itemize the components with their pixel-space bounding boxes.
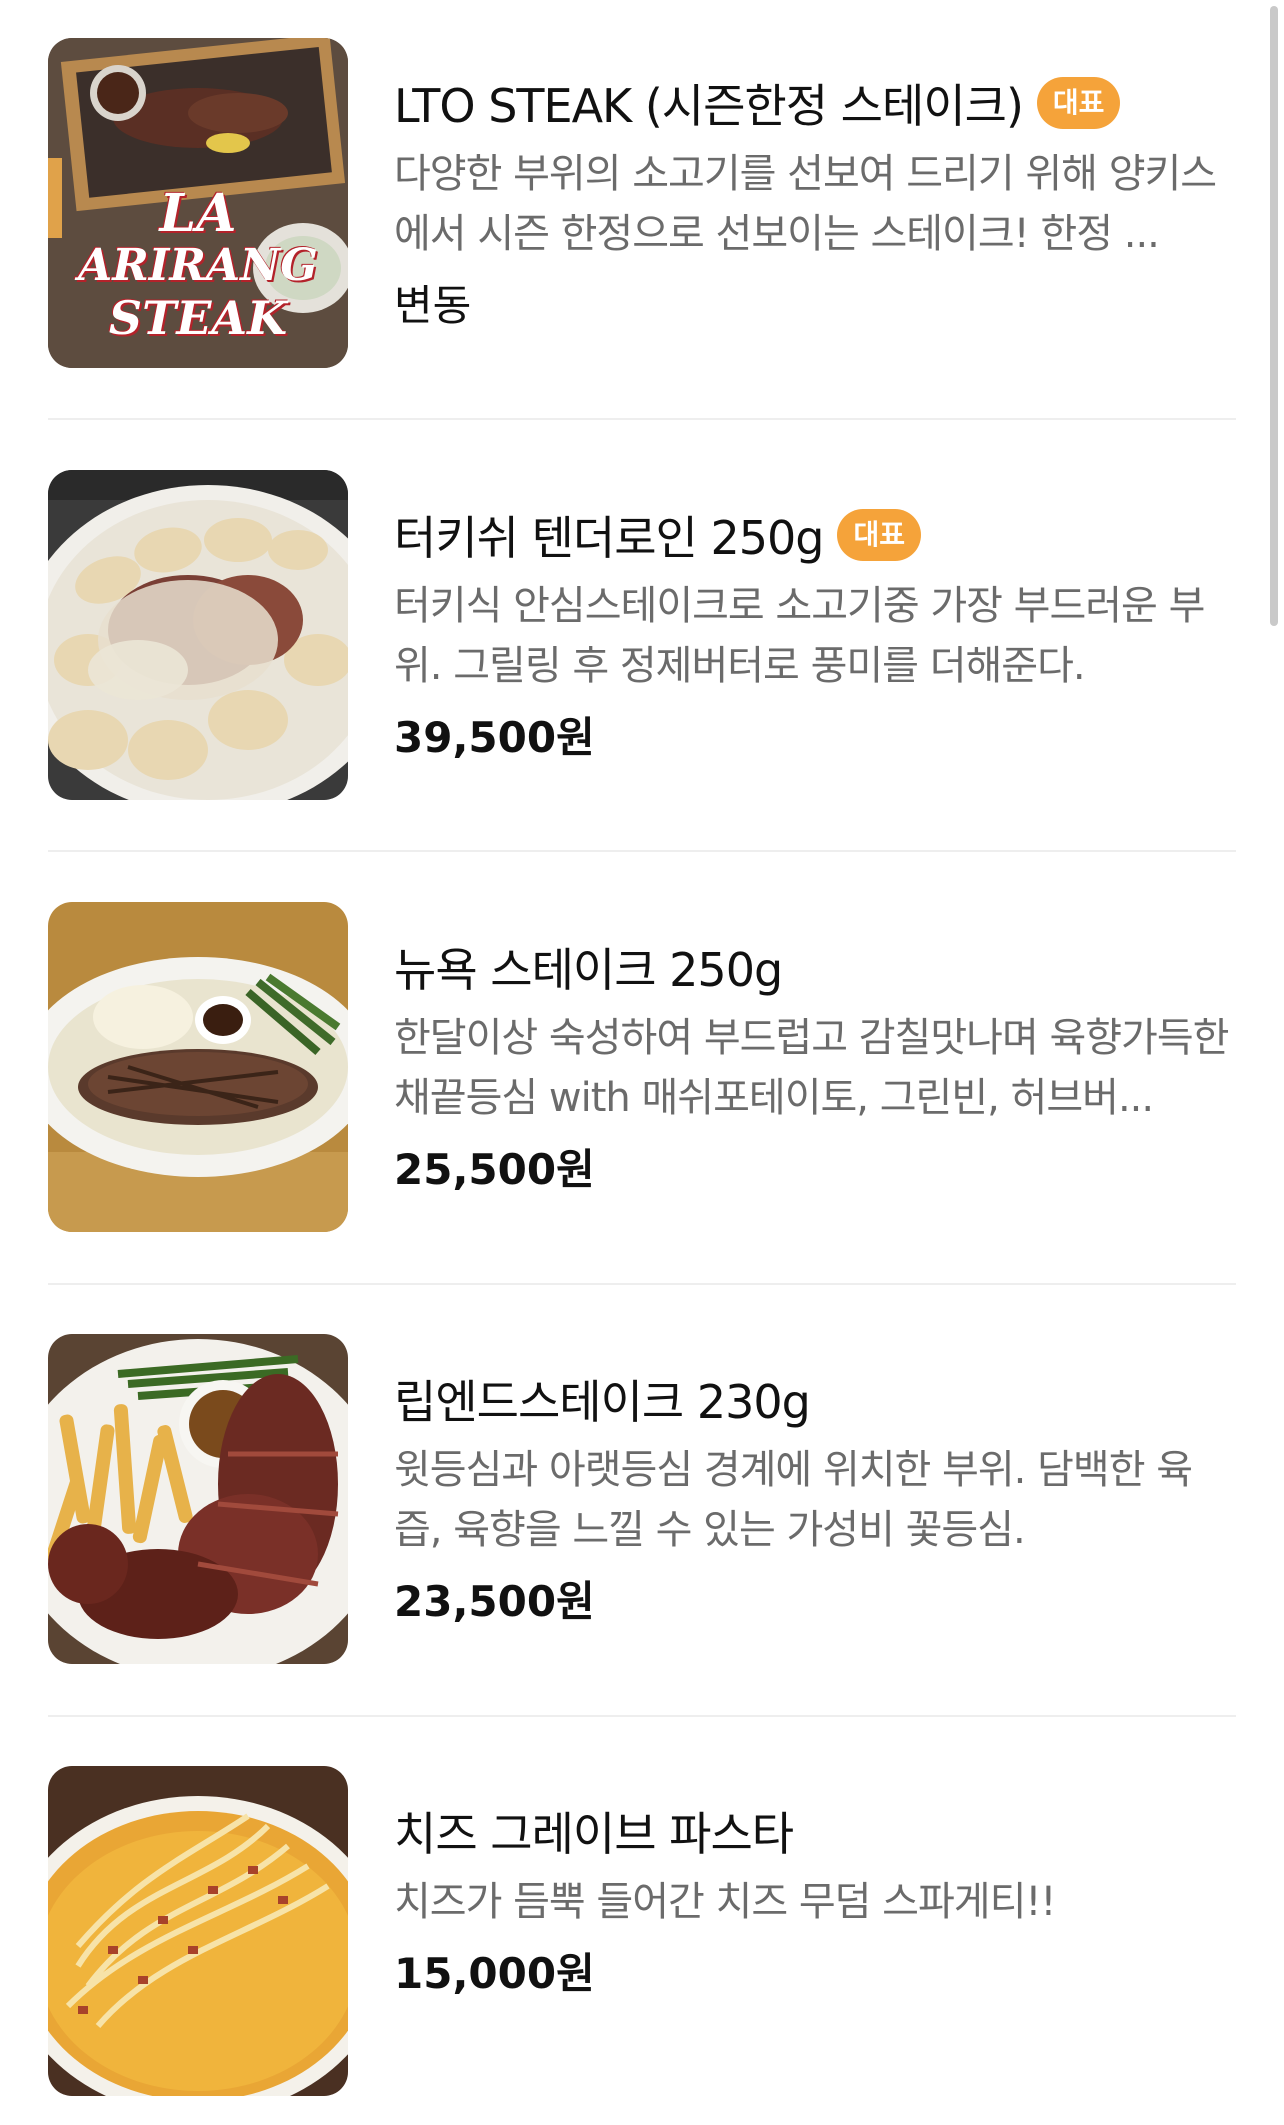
menu-item-description: 윗등심과 아랫등심 경계에 위치한 부위. 담백한 육즙, 육향을 느낄 수 있… — [394, 1447, 1193, 1553]
image-text-arirang: ARIRANG — [78, 240, 318, 291]
menu-item-price: 15,000원 — [394, 1949, 595, 1998]
rib-end-steak-image — [48, 1334, 348, 1664]
menu-item-title-row: 터키쉬 텐더로인 250g 대표 — [394, 500, 1236, 570]
menu-item-title-row: 뉴욕 스테이크 250g — [394, 932, 1236, 1002]
divider — [48, 418, 1236, 420]
lto-steak-image: LA ARIRANG STEAK — [48, 38, 348, 368]
menu-item-price: 23,500원 — [394, 1577, 595, 1626]
menu-item-title: 치즈 그레이브 파스타 — [394, 1807, 794, 1861]
menu-item-title-row: 립엔드스테이크 230g — [394, 1364, 1236, 1434]
menu-item-title-row: LTO STEAK (시즌한정 스테이크) 대표 — [394, 68, 1236, 138]
lto-steak-image-caption: LA ARIRANG STEAK — [58, 183, 338, 345]
signature-badge: 대표 — [837, 509, 922, 561]
scrollbar[interactable] — [1270, 6, 1278, 626]
menu-item-info: LTO STEAK (시즌한정 스테이크) 대표 다양한 부위의 소고기를 선보… — [394, 38, 1236, 338]
menu-item-description: 치즈가 듬뿍 들어간 치즈 무덤 스파게티!! — [394, 1879, 1056, 1925]
menu-item-cheese-grave-pasta[interactable]: 치즈 그레이브 파스타 치즈가 듬뿍 들어간 치즈 무덤 스파게티!! 15,0… — [48, 1766, 1236, 2096]
turkish-tenderloin-image — [48, 470, 348, 800]
cheese-grave-pasta-image — [48, 1766, 348, 2096]
menu-item-title: LTO STEAK (시즌한정 스테이크) — [394, 79, 1024, 133]
divider — [48, 850, 1236, 852]
menu-item-price: 변동 — [394, 281, 472, 330]
menu-item-description: 다양한 부위의 소고기를 선보여 드리기 위해 양키스에서 시즌 한정으로 선보… — [394, 151, 1217, 257]
menu-item-turkish-tenderloin[interactable]: 터키쉬 텐더로인 250g 대표 터키식 안심스테이크로 소고기중 가장 부드러… — [48, 470, 1236, 800]
menu-item-title: 터키쉬 텐더로인 250g — [394, 511, 824, 565]
menu-item-rib-end-steak[interactable]: 립엔드스테이크 230g 윗등심과 아랫등심 경계에 위치한 부위. 담백한 육… — [48, 1334, 1236, 1664]
menu-item-new-york-steak[interactable]: 뉴욕 스테이크 250g 한달이상 숙성하여 부드럽고 감칠맛나며 육향가득한 … — [48, 902, 1236, 1232]
menu-item-title: 립엔드스테이크 230g — [394, 1375, 811, 1429]
signature-badge: 대표 — [1036, 77, 1121, 129]
menu-item-info: 뉴욕 스테이크 250g 한달이상 숙성하여 부드럽고 감칠맛나며 육향가득한 … — [394, 902, 1236, 1202]
new-york-steak-image — [48, 902, 348, 1232]
divider — [48, 1715, 1236, 1717]
menu-item-title: 뉴욕 스테이크 250g — [394, 943, 783, 997]
menu-item-description: 한달이상 숙성하여 부드럽고 감칠맛나며 육향가득한 채끝등심 with 매쉬포… — [394, 1015, 1229, 1121]
menu-item-description: 터키식 안심스테이크로 소고기중 가장 부드러운 부위. 그릴링 후 정제버터로… — [394, 583, 1205, 689]
image-text-la: LA — [159, 183, 237, 244]
menu-item-title-row: 치즈 그레이브 파스타 — [394, 1796, 1236, 1866]
menu-item-price: 25,500원 — [394, 1145, 595, 1194]
image-text-steak: STEAK — [108, 291, 288, 345]
menu-item-info: 립엔드스테이크 230g 윗등심과 아랫등심 경계에 위치한 부위. 담백한 육… — [394, 1334, 1236, 1634]
menu-item-info: 치즈 그레이브 파스타 치즈가 듬뿍 들어간 치즈 무덤 스파게티!! 15,0… — [394, 1766, 1236, 2006]
menu-item-info: 터키쉬 텐더로인 250g 대표 터키식 안심스테이크로 소고기중 가장 부드러… — [394, 470, 1236, 770]
menu-item-lto-steak[interactable]: LA ARIRANG STEAK LTO STEAK (시즌한정 스테이크) 대… — [48, 38, 1236, 368]
divider — [48, 1283, 1236, 1285]
menu-item-price: 39,500원 — [394, 713, 595, 762]
